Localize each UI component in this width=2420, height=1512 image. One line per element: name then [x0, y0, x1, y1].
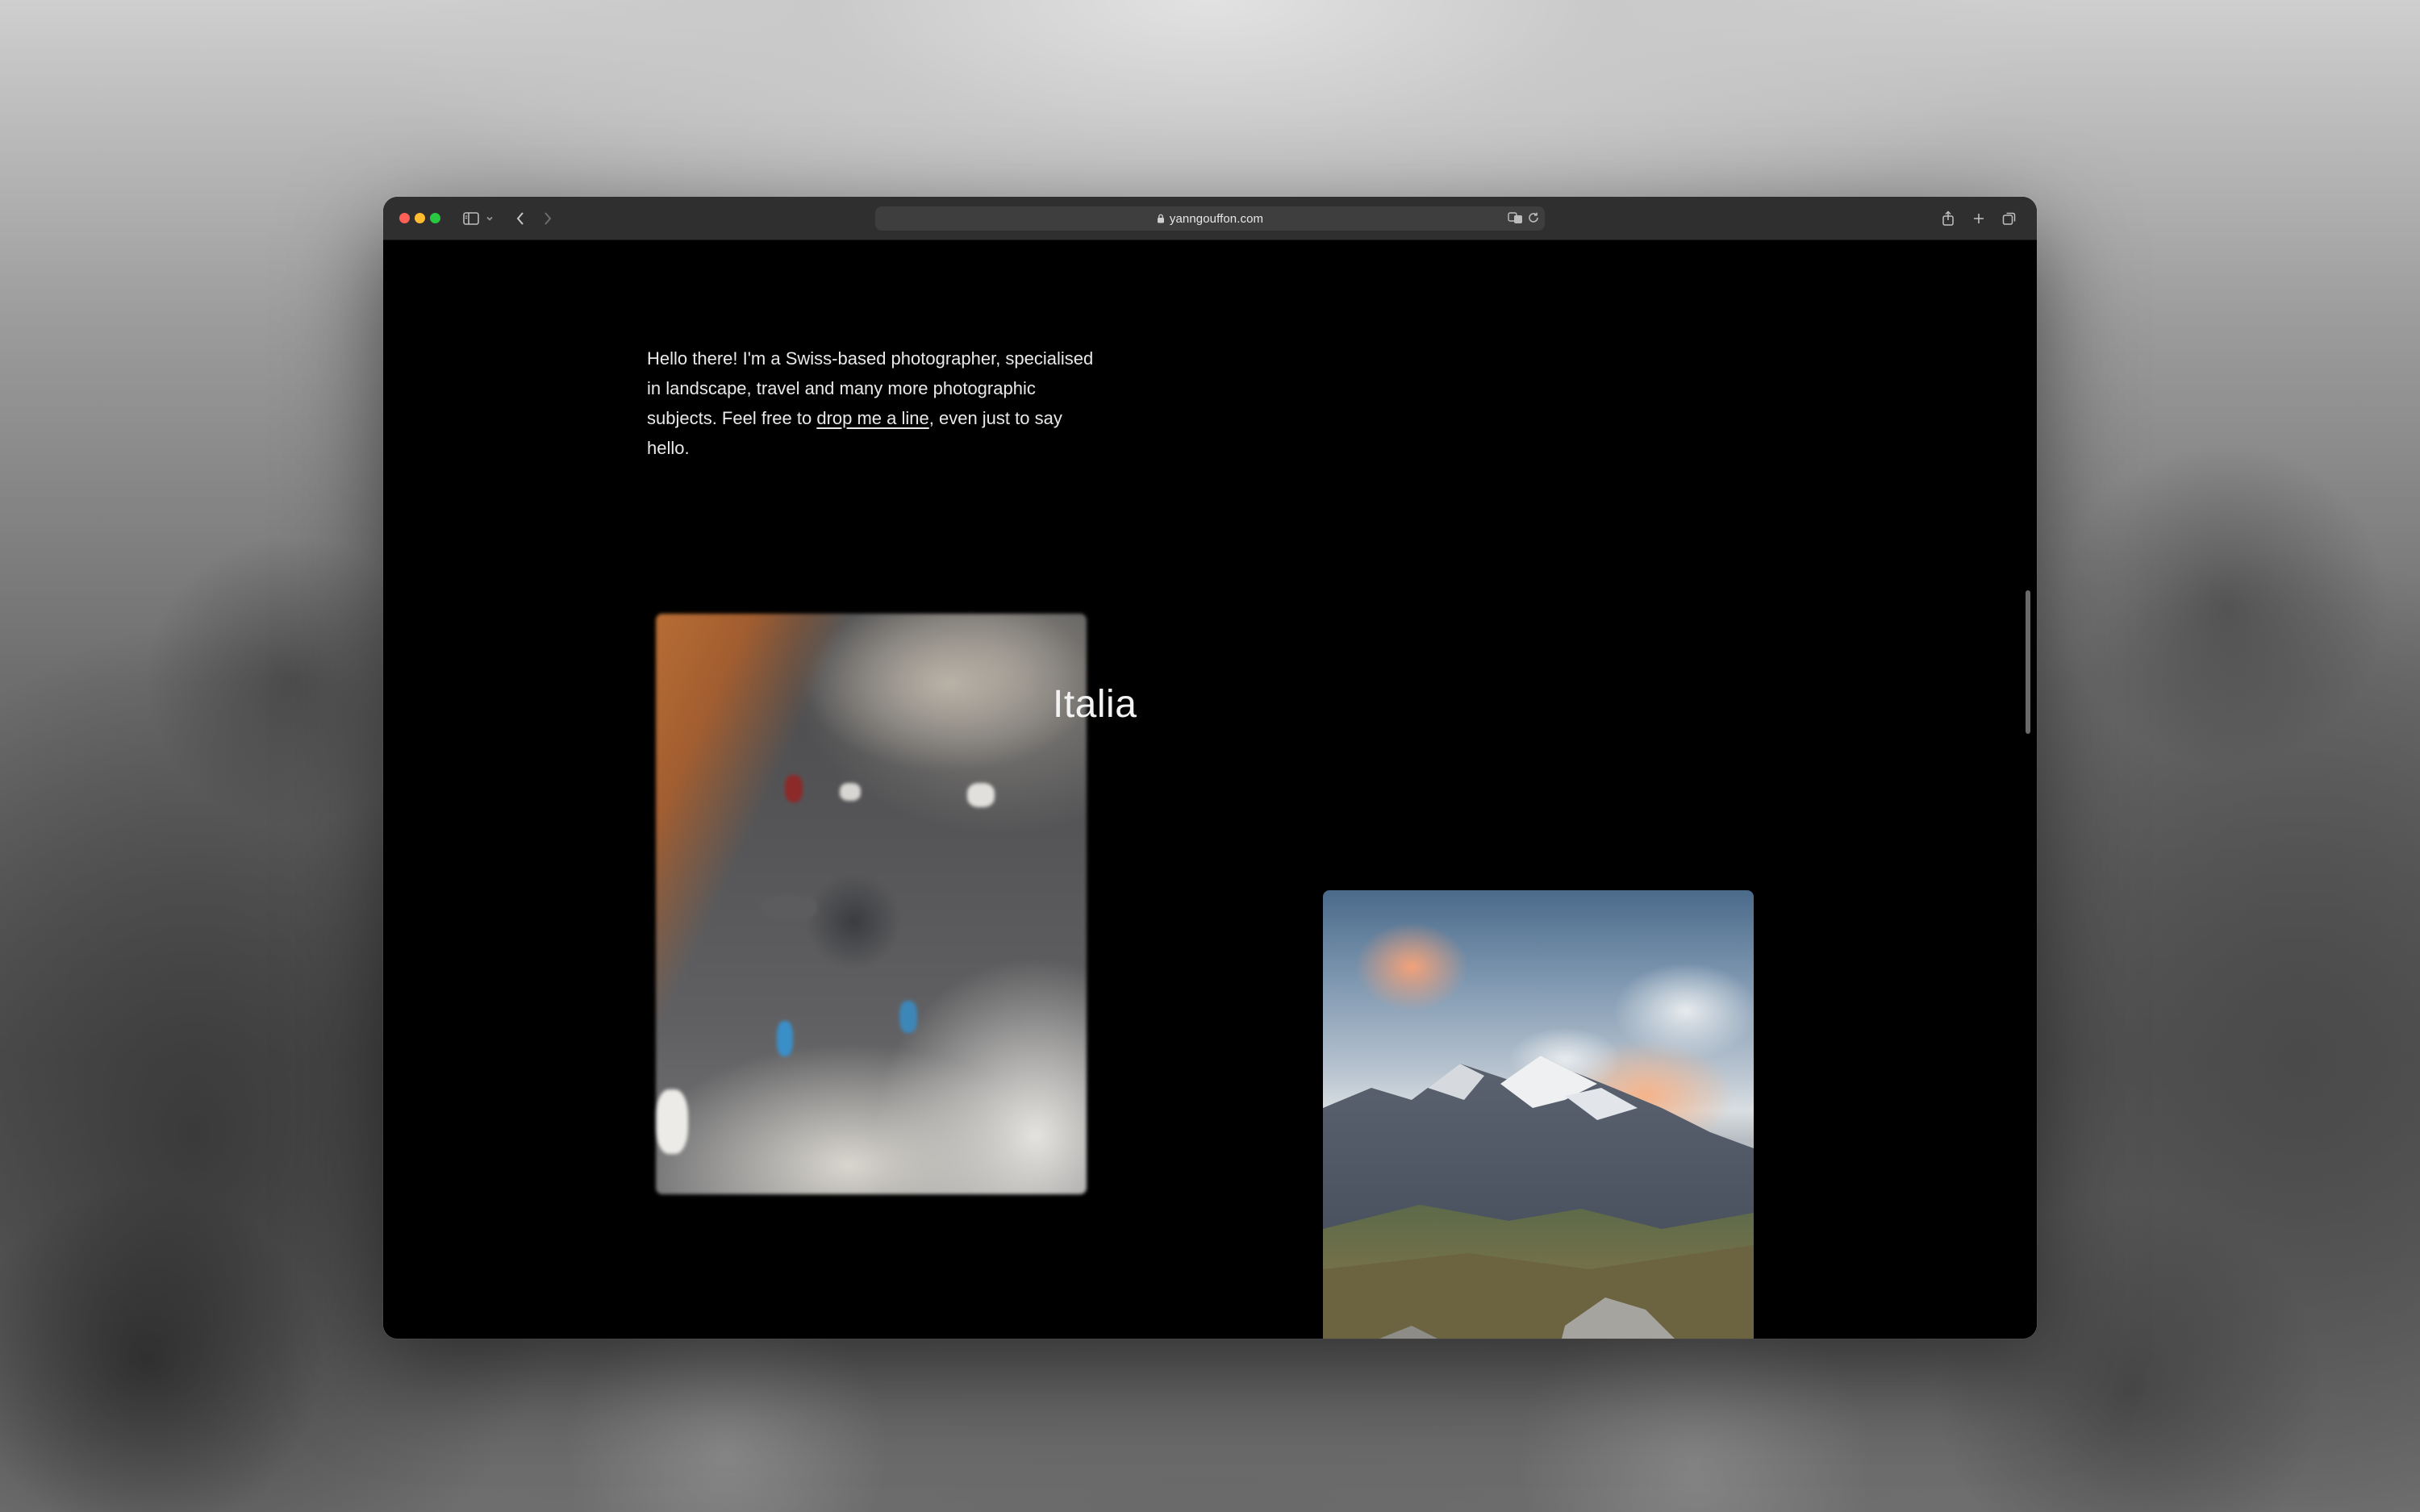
tab-overview-icon[interactable]: [2001, 208, 2017, 229]
reload-icon[interactable]: [1527, 211, 1540, 228]
photo-detail: [761, 896, 817, 920]
photo-detail: [777, 1021, 793, 1056]
page-scrollbar[interactable]: [2026, 590, 2030, 734]
url-text: yanngouffon.com: [1169, 211, 1264, 226]
minimize-window-button[interactable]: [415, 213, 425, 223]
web-page: Hello there! I'm a Swiss-based photograp…: [383, 240, 2037, 1339]
photo-detail: [785, 775, 803, 802]
mountain-landscape: [1323, 923, 1754, 1339]
back-icon[interactable]: [512, 208, 528, 229]
contact-link[interactable]: drop me a line: [816, 408, 928, 428]
photo-detail: [840, 783, 861, 801]
mountain-photo[interactable]: [1323, 890, 1754, 1339]
italia-photo[interactable]: [656, 614, 1087, 1194]
forward-icon[interactable]: [540, 208, 556, 229]
section-title: Italia: [1053, 683, 1137, 726]
browser-window: yanngouffon.com Hello there! I'm a Swiss…: [383, 197, 2037, 1339]
photo-detail: [967, 783, 995, 807]
close-window-button[interactable]: [399, 213, 410, 223]
chevron-down-icon[interactable]: [484, 208, 495, 229]
photo-detail: [656, 1089, 688, 1154]
lock-icon: [1157, 214, 1165, 223]
translate-icon[interactable]: [1508, 211, 1524, 228]
photo-detail: [899, 1001, 917, 1033]
share-icon[interactable]: [1940, 208, 1956, 229]
intro-paragraph: Hello there! I'm a Swiss-based photograp…: [647, 344, 1099, 463]
address-bar[interactable]: yanngouffon.com: [875, 206, 1545, 231]
browser-toolbar: yanngouffon.com: [383, 197, 2037, 240]
new-tab-icon[interactable]: [1971, 208, 1987, 229]
maximize-window-button[interactable]: [430, 213, 440, 223]
sidebar-icon[interactable]: [461, 208, 481, 229]
